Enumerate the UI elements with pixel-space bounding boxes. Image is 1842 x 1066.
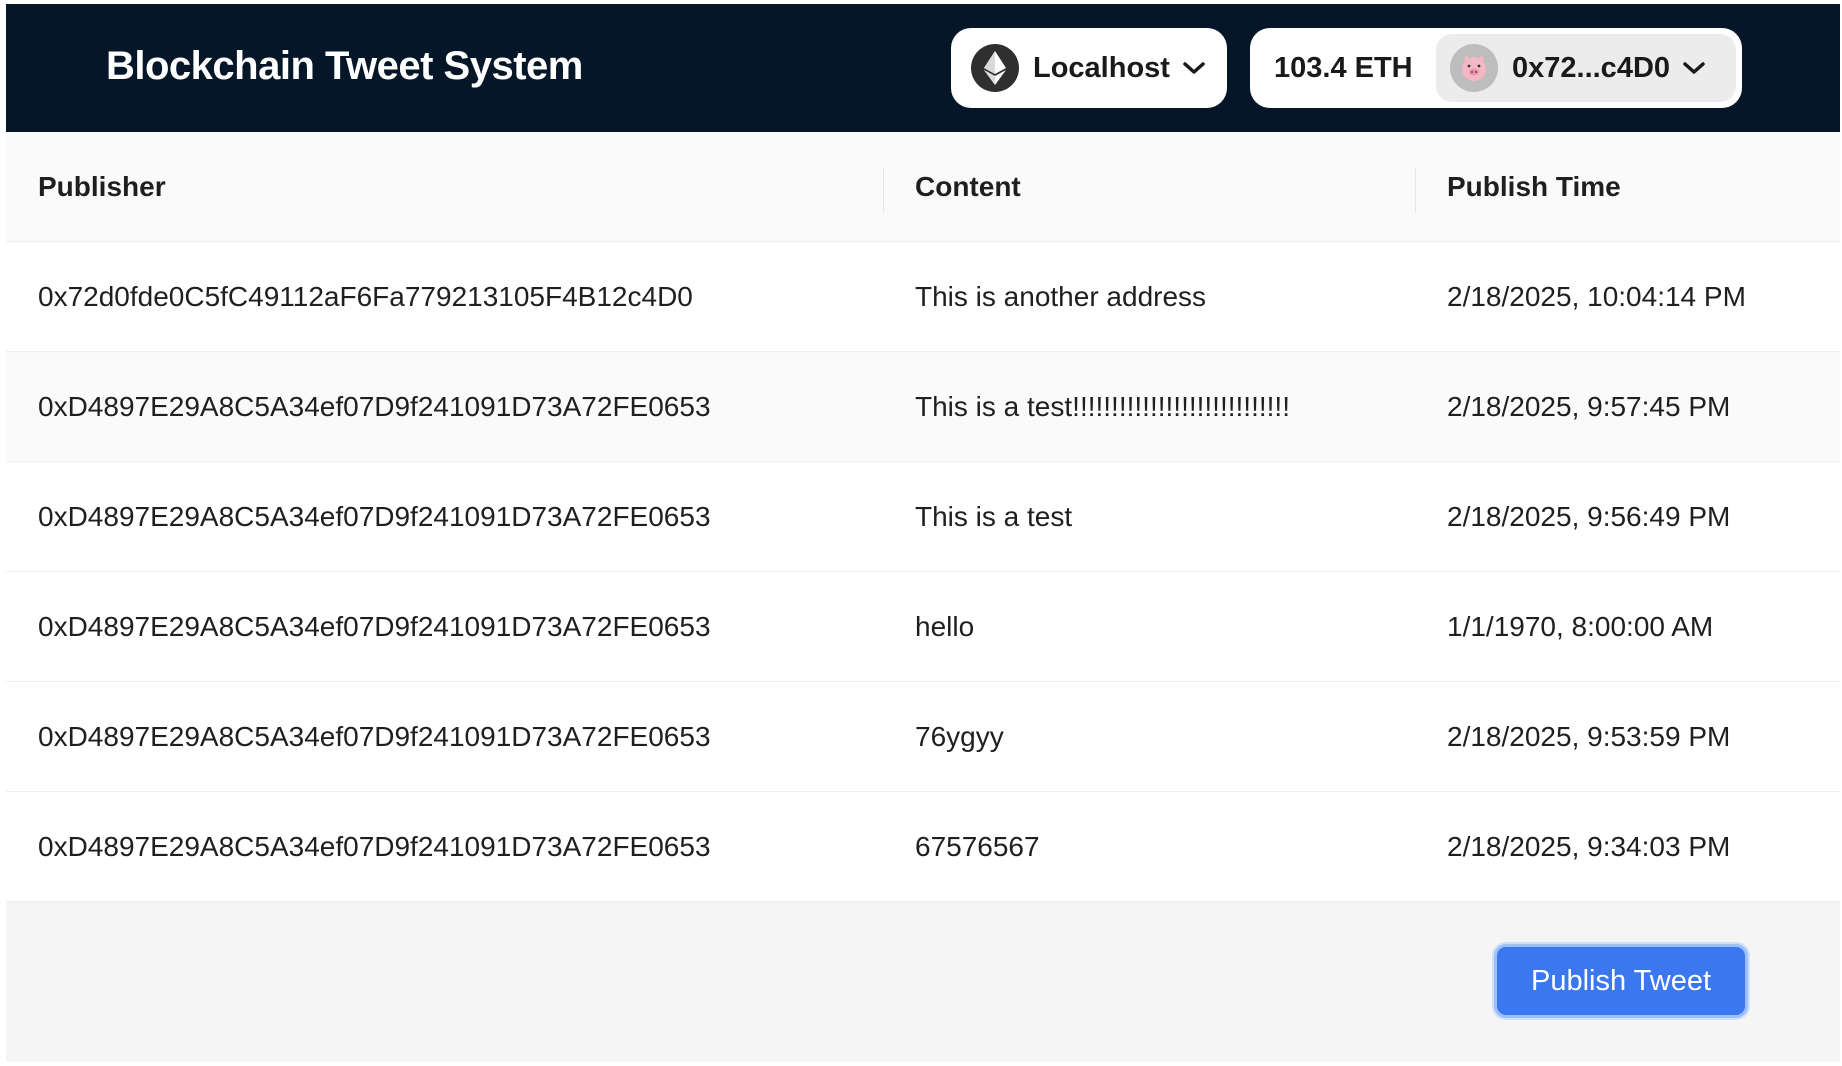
time-cell: 2/18/2025, 10:04:14 PM [1447, 281, 1746, 312]
content-cell: 67576567 [915, 831, 1040, 862]
column-divider [883, 168, 884, 212]
column-header-publish-time[interactable]: Publish Time [1447, 132, 1621, 242]
publisher-cell: 0xD4897E29A8C5A34ef07D9f241091D73A72FE06… [38, 721, 711, 752]
table-row: 0xD4897E29A8C5A34ef07D9f241091D73A72FE06… [6, 572, 1840, 682]
time-cell: 2/18/2025, 9:53:59 PM [1447, 721, 1731, 752]
content-cell: This is a test!!!!!!!!!!!!!!!!!!!!!!!!!!… [915, 391, 1290, 422]
time-cell: 2/18/2025, 9:34:03 PM [1447, 831, 1731, 862]
table-row: 0xD4897E29A8C5A34ef07D9f241091D73A72FE06… [6, 352, 1840, 462]
account-address: 0x72...c4D0 [1512, 51, 1671, 84]
tweets-table: Publisher Content Publish Time 0x72d0fde… [6, 132, 1840, 902]
chevron-down-icon [1182, 61, 1206, 75]
ethereum-icon [971, 44, 1019, 92]
content-cell: This is a test [915, 501, 1073, 532]
content-cell: This is another address [915, 281, 1207, 312]
app-title: Blockchain Tweet System [106, 44, 583, 88]
time-cell: 1/1/1970, 8:00:00 AM [1447, 611, 1714, 642]
table-row: 0xD4897E29A8C5A34ef07D9f241091D73A72FE06… [6, 682, 1840, 792]
eth-balance: 103.4 ETH [1274, 52, 1413, 84]
network-label: Localhost [1033, 51, 1170, 84]
table-header: Publisher Content Publish Time [6, 132, 1840, 242]
chevron-down-icon [1682, 61, 1706, 75]
publisher-cell: 0x72d0fde0C5fC49112aF6Fa779213105F4B12c4… [38, 281, 693, 312]
column-header-content[interactable]: Content [915, 132, 1021, 242]
time-cell: 2/18/2025, 9:57:45 PM [1447, 391, 1731, 422]
table-row: 0xD4897E29A8C5A34ef07D9f241091D73A72FE06… [6, 792, 1840, 902]
publisher-cell: 0xD4897E29A8C5A34ef07D9f241091D73A72FE06… [38, 611, 711, 642]
pig-avatar-icon [1450, 44, 1498, 92]
time-cell: 2/18/2025, 9:56:49 PM [1447, 501, 1731, 532]
publisher-cell: 0xD4897E29A8C5A34ef07D9f241091D73A72FE06… [38, 501, 711, 532]
table-row: 0xD4897E29A8C5A34ef07D9f241091D73A72FE06… [6, 462, 1840, 572]
account-box: 103.4 ETH 0x72...c4D0 [1250, 28, 1742, 108]
publish-tweet-button[interactable]: Publish Tweet [1494, 944, 1748, 1018]
column-divider [1415, 168, 1416, 212]
publisher-cell: 0xD4897E29A8C5A34ef07D9f241091D73A72FE06… [38, 391, 711, 422]
content-cell: 76ygyy [915, 721, 1004, 752]
top-header: Blockchain Tweet System Localhost 103.4 … [6, 4, 1840, 132]
column-header-publisher[interactable]: Publisher [38, 132, 166, 242]
app-frame: Blockchain Tweet System Localhost 103.4 … [6, 4, 1840, 1062]
publisher-cell: 0xD4897E29A8C5A34ef07D9f241091D73A72FE06… [38, 831, 711, 862]
network-selector-button[interactable]: Localhost [951, 28, 1227, 108]
account-button[interactable]: 0x72...c4D0 [1436, 34, 1736, 102]
content-cell: hello [915, 611, 975, 642]
table-row: 0x72d0fde0C5fC49112aF6Fa779213105F4B12c4… [6, 242, 1840, 352]
